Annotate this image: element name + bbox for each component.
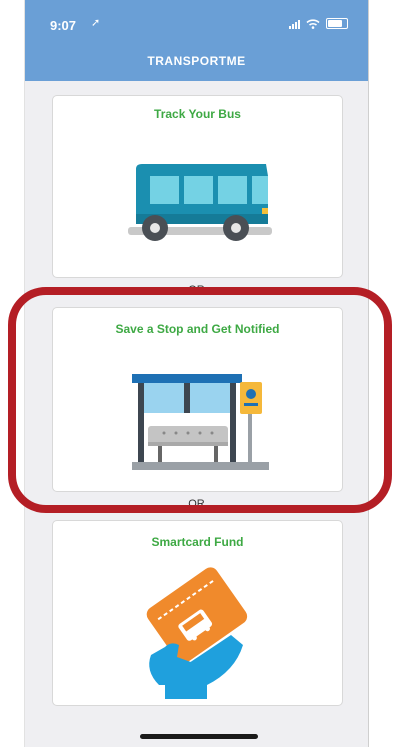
bus-icon (128, 164, 272, 241)
app-header: 9:07 ➚ TRANSPORTME (25, 0, 368, 81)
track-bus-card[interactable]: Track Your Bus (52, 95, 343, 278)
track-bus-title: Track Your Bus (154, 107, 241, 121)
status-icons (289, 18, 348, 29)
home-indicator (140, 734, 258, 739)
status-time: 9:07 (50, 18, 77, 33)
smartcard-fund-card[interactable]: Smartcard Fund (52, 520, 343, 706)
highlight-annotation (8, 287, 392, 513)
smartcard-fund-title: Smartcard Fund (151, 535, 244, 549)
location-arrow-icon: ➚ (91, 17, 101, 29)
battery-icon (326, 18, 348, 29)
wifi-icon (306, 18, 320, 29)
page-title: TRANSPORTME (147, 54, 246, 68)
signal-icon (289, 19, 300, 29)
smartcard-icon (146, 567, 248, 699)
